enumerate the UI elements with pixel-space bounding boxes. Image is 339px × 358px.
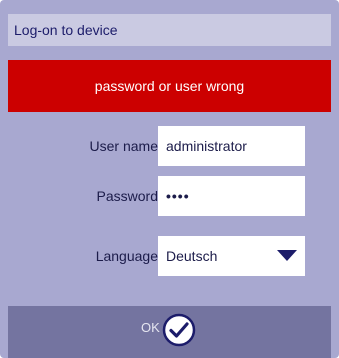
chevron-down-icon[interactable]	[277, 250, 297, 261]
password-label: Password	[96, 188, 158, 204]
language-row: Language Deutsch	[8, 236, 331, 276]
checkmark-circle-icon[interactable]	[162, 313, 196, 347]
language-label: Language	[95, 248, 158, 264]
language-select[interactable]: Deutsch	[158, 236, 305, 276]
ok-button[interactable]: OK	[141, 310, 196, 350]
ok-label: OK	[141, 319, 160, 335]
password-input[interactable]: ••••	[158, 176, 305, 216]
logon-dialog: Log-on to device password or user wrong …	[0, 0, 339, 358]
dialog-title: Log-on to device	[8, 14, 331, 46]
username-input[interactable]: administrator	[158, 126, 305, 166]
dialog-footer: OK	[8, 306, 331, 358]
password-row: Password ••••	[8, 176, 331, 216]
error-message: password or user wrong	[8, 60, 331, 112]
username-label: User name	[89, 138, 158, 154]
username-row: User name administrator	[8, 126, 331, 166]
language-selected-value: Deutsch	[166, 248, 218, 264]
